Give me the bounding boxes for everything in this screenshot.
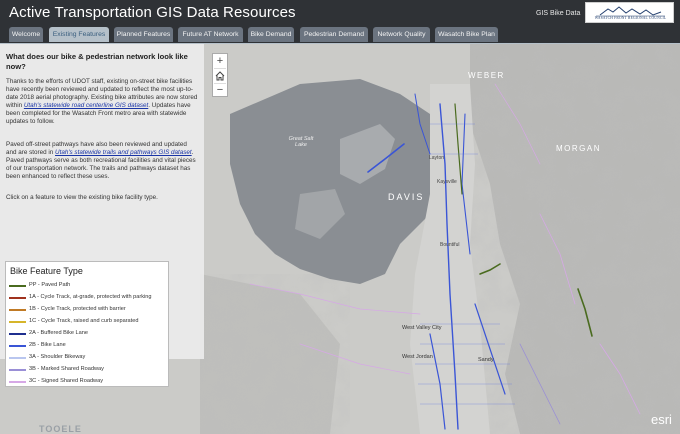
map-label-bountiful: Bountiful (440, 242, 460, 248)
legend-swatch (9, 345, 26, 347)
legend-item: 1C - Cycle Track, raised and curb separa… (9, 317, 167, 326)
tab-welcome[interactable]: Welcome (9, 27, 43, 42)
panel-paragraph-1: Thanks to the efforts of UDOT staff, exi… (6, 78, 198, 127)
legend-label: 3A - Shoulder Bikeway (29, 354, 86, 360)
map-label-weber: WEBER (468, 71, 505, 80)
legend-swatch (9, 369, 26, 371)
esri-attribution[interactable]: esri (651, 412, 672, 427)
wfrc-logo[interactable]: WASATCH FRONT REGIONAL COUNCIL (585, 2, 674, 23)
tab-network-quality[interactable]: Network Quality (373, 27, 430, 42)
tab-bar: Welcome Existing Features Planned Featur… (0, 27, 680, 43)
legend-item: 3C - Signed Shared Roadway (9, 377, 167, 386)
legend-swatch (9, 321, 26, 323)
zoom-out-button[interactable]: − (213, 83, 227, 97)
road-centerline-link[interactable]: Utah's statewide road centerline GIS dat… (24, 102, 148, 109)
legend-item: 3A - Shoulder Bikeway (9, 353, 167, 362)
map-label-layton: Layton (429, 155, 445, 161)
legend-swatch (9, 357, 26, 359)
tab-existing-features[interactable]: Existing Features (49, 27, 109, 42)
map-label-west-jordan: West Jordan (402, 354, 433, 360)
home-icon (215, 71, 225, 81)
legend-swatch (9, 297, 26, 299)
legend-item: 1A - Cycle Track, at-grade, protected wi… (9, 293, 167, 302)
legend-label: 2B - Bike Lane (29, 342, 66, 348)
tab-future-at-network[interactable]: Future AT Network (178, 27, 243, 42)
legend-item: 2A - Buffered Bike Lane (9, 329, 167, 338)
map-label-morgan: MORGAN (556, 144, 601, 153)
map-label-great-salt-lake: Great Salt Lake (288, 136, 314, 148)
tab-bike-demand[interactable]: Bike Demand (248, 27, 294, 42)
tab-wasatch-bike-plan[interactable]: Wasatch Bike Plan (435, 27, 498, 42)
info-panel: What does our bike & pedestrian network … (0, 44, 204, 387)
mountain-logo-icon (596, 6, 665, 17)
map-label-kaysville: Kaysville (437, 179, 457, 185)
panel-paragraph-3: Click on a feature to view the existing … (6, 194, 158, 201)
legend-label: 2A - Buffered Bike Lane (29, 330, 88, 336)
legend-item: PP - Paved Path (9, 281, 167, 290)
map-label-sandy: Sandy (478, 357, 494, 363)
tab-planned-features[interactable]: Planned Features (114, 27, 173, 42)
logo-text: WASATCH FRONT REGIONAL COUNCIL (594, 16, 667, 20)
panel-paragraph-2: Paved off-street pathways have also been… (6, 141, 198, 181)
legend-label: 3B - Marked Shared Roadway (29, 366, 104, 372)
panel-heading: What does our bike & pedestrian network … (6, 52, 188, 71)
tab-pedestrian-demand[interactable]: Pedestrian Demand (300, 27, 368, 42)
legend-label: 3C - Signed Shared Roadway (29, 378, 104, 384)
legend-label: PP - Paved Path (29, 282, 71, 288)
bike-legend: Bike Feature Type PP - Paved Path 1A - C… (5, 261, 169, 387)
legend-item: 1B - Cycle Track, protected with barrier (9, 305, 167, 314)
app-title: Active Transportation GIS Data Resources (9, 4, 296, 21)
legend-swatch (9, 309, 26, 311)
map-label-west-valley: West Valley City (402, 325, 442, 331)
legend-swatch (9, 333, 26, 335)
map-label-tooele: TOOELE (39, 424, 82, 434)
map-label-davis: DAVIS (388, 192, 425, 202)
legend-title: Bike Feature Type (10, 266, 83, 276)
map-zoom-controls: + − (212, 53, 228, 97)
app-header: Active Transportation GIS Data Resources… (0, 0, 680, 27)
app-subtitle: GIS Bike Data (536, 10, 581, 17)
legend-label: 1C - Cycle Track, raised and curb separa… (29, 318, 139, 324)
trails-pathways-link[interactable]: Utah's statewide trails and pathways GIS… (55, 149, 192, 156)
legend-item: 2B - Bike Lane (9, 341, 167, 350)
legend-swatch (9, 285, 26, 287)
legend-label: 1B - Cycle Track, protected with barrier (29, 306, 126, 312)
zoom-in-button[interactable]: + (213, 54, 227, 68)
legend-label: 1A - Cycle Track, at-grade, protected wi… (29, 294, 152, 300)
legend-item: 3B - Marked Shared Roadway (9, 365, 167, 374)
home-button[interactable] (213, 69, 227, 83)
legend-swatch (9, 381, 26, 383)
